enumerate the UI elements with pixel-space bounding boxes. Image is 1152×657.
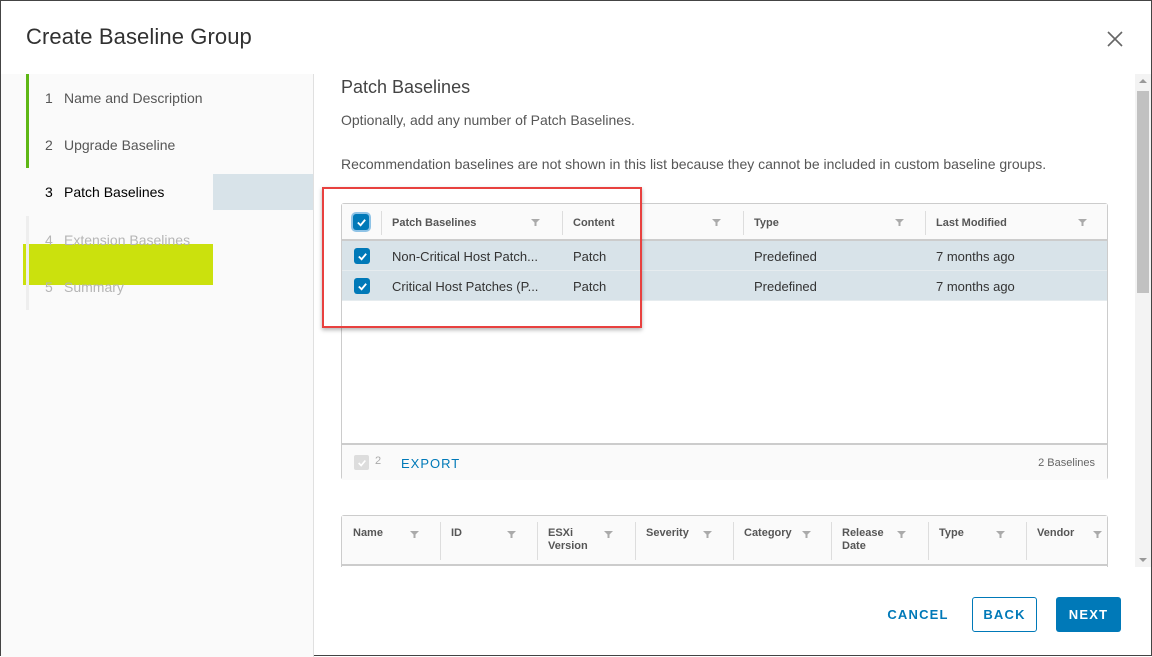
column-header-esxi-version[interactable]: ESXi Version (537, 516, 635, 564)
column-header-type[interactable]: Type (743, 204, 925, 241)
filter-icon[interactable] (604, 530, 613, 539)
export-button[interactable]: EXPORT (401, 456, 460, 471)
column-header-release-date[interactable]: Release Date (831, 516, 928, 564)
section-note: Recommendation baselines are not shown i… (341, 156, 1047, 172)
content-scrollbar[interactable] (1135, 74, 1151, 567)
row-checkbox[interactable] (354, 278, 370, 294)
column-header-vendor[interactable]: Vendor (1026, 516, 1108, 564)
step-summary: 5 Summary (26, 263, 314, 310)
column-header-type[interactable]: Type (928, 516, 1026, 564)
select-all-checkbox[interactable] (353, 214, 369, 230)
step-label: Patch Baselines (64, 184, 165, 200)
step-label: Summary (64, 278, 124, 295)
step-number: 2 (45, 136, 53, 153)
filter-icon[interactable] (1093, 530, 1102, 539)
step-extension-baselines: 4 Extension Baselines (26, 216, 314, 263)
filter-icon[interactable] (895, 218, 904, 227)
selection-checkbox-icon (354, 455, 369, 470)
cell-content: Patch (573, 278, 607, 294)
filter-icon[interactable] (897, 530, 906, 539)
column-label: ID (451, 527, 462, 539)
close-button[interactable] (1104, 28, 1126, 50)
column-label: Category (744, 527, 792, 539)
column-label: Vendor (1037, 527, 1075, 539)
checkmark-icon (357, 252, 367, 261)
step-content: Patch Baselines Optionally, add any numb… (314, 74, 1136, 567)
column-header-patch-baselines[interactable]: Patch Baselines (381, 204, 562, 241)
grid-header: Patch Baselines Content Type Last Modifi… (342, 204, 1107, 241)
checkmark-icon (357, 282, 367, 291)
scroll-down-arrow-icon[interactable] (1139, 558, 1147, 562)
scroll-up-arrow-icon[interactable] (1139, 79, 1147, 83)
patches-grid: Name ID ESXi Version Severity Category R… (341, 515, 1108, 567)
section-title: Patch Baselines (341, 77, 471, 97)
column-label: Type (939, 527, 964, 539)
back-button[interactable]: BACK (972, 597, 1037, 632)
step-number: 5 (45, 278, 53, 295)
table-row[interactable]: Critical Host Patches (P... Patch Predef… (342, 271, 1107, 301)
filter-icon[interactable] (531, 218, 540, 227)
column-label: Type (754, 216, 779, 229)
cell-type: Predefined (754, 278, 817, 294)
filter-icon[interactable] (802, 530, 811, 539)
row-checkbox[interactable] (354, 248, 370, 264)
table-row[interactable]: Non-Critical Host Patch... Patch Predefi… (342, 241, 1107, 271)
filter-icon[interactable] (410, 530, 419, 539)
next-button[interactable]: NEXT (1056, 597, 1121, 632)
step-label: Upgrade Baseline (64, 136, 176, 153)
total-count: 2 Baselines (1038, 457, 1095, 469)
column-header-severity[interactable]: Severity (635, 516, 733, 564)
section-description: Optionally, add any number of Patch Base… (341, 112, 635, 128)
step-number: 4 (45, 231, 53, 248)
step-label: Name and Description (64, 89, 203, 106)
filter-icon[interactable] (507, 530, 516, 539)
cell-content: Patch (573, 248, 607, 264)
column-label: Name (353, 527, 383, 539)
patch-baselines-grid: Patch Baselines Content Type Last Modifi… (341, 203, 1108, 480)
selected-count: 2 (375, 455, 382, 467)
column-header-id[interactable]: ID (440, 516, 537, 564)
step-label: Extension Baselines (64, 231, 191, 248)
column-label: Content (573, 216, 615, 229)
step-name-and-description[interactable]: 1 Name and Description (26, 74, 314, 121)
column-label: Severity (646, 527, 689, 539)
cancel-button[interactable]: CANCEL (879, 597, 957, 632)
column-header-category[interactable]: Category (733, 516, 831, 564)
filter-icon[interactable] (996, 530, 1005, 539)
scrollbar-thumb[interactable] (1137, 91, 1149, 293)
grid-header: Name ID ESXi Version Severity Category R… (342, 516, 1107, 566)
step-number: 3 (45, 184, 53, 200)
cell-last-modified: 7 months ago (936, 278, 1015, 294)
cell-name: Critical Host Patches (P... (392, 278, 539, 294)
cell-last-modified: 7 months ago (936, 248, 1015, 264)
column-label: Last Modified (936, 216, 1007, 229)
column-label: ESXi (548, 527, 574, 539)
column-header-name[interactable]: Name (342, 516, 440, 564)
grid-footer: 2 EXPORT 2 Baselines (342, 443, 1107, 480)
filter-icon[interactable] (703, 530, 712, 539)
dialog-title: Create Baseline Group (26, 24, 252, 49)
close-icon (1107, 31, 1123, 47)
wizard-steps-sidebar: 1 Name and Description 2 Upgrade Baselin… (1, 74, 314, 657)
create-baseline-group-dialog: Create Baseline Group 1 Name and Descrip… (0, 0, 1152, 657)
filter-icon[interactable] (1078, 218, 1087, 227)
active-step-background (213, 174, 313, 210)
filter-icon[interactable] (712, 218, 721, 227)
checkmark-icon (356, 218, 366, 227)
step-upgrade-baseline[interactable]: 2 Upgrade Baseline (26, 121, 314, 168)
cell-type: Predefined (754, 248, 817, 264)
column-label: Release (842, 527, 884, 539)
cell-name: Non-Critical Host Patch... (392, 248, 538, 264)
step-number: 1 (45, 89, 53, 106)
column-header-last-modified[interactable]: Last Modified (925, 204, 1108, 241)
column-label: Patch Baselines (392, 216, 477, 229)
column-header-content[interactable]: Content (562, 204, 743, 241)
